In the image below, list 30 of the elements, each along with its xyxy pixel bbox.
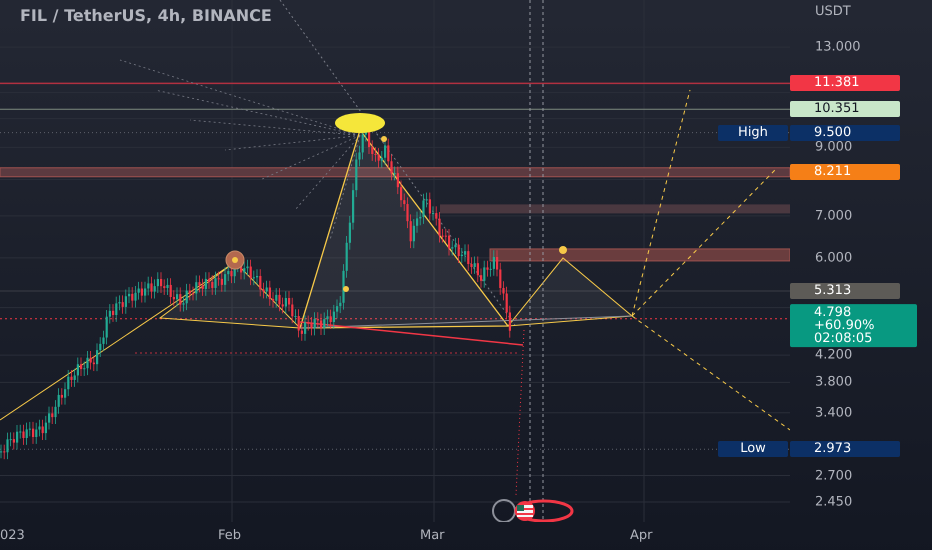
pivot-marker [226, 250, 244, 270]
price-label-tag: Low [718, 441, 788, 458]
price-tick: 3.800 [815, 374, 852, 390]
price-tag: 2.973 [790, 441, 900, 458]
last-price-tag: 4.798 +60.90% 02:08:05 [790, 304, 917, 347]
price-label-tag: High [718, 124, 788, 141]
time-label: Apr [630, 528, 652, 543]
time-label: Mar [420, 528, 445, 543]
price-tag: 5.313 [790, 283, 900, 299]
price-tick: 2.700 [815, 468, 852, 484]
chart-title: FIL / TetherUS, 4h, BINANCE [20, 6, 272, 25]
point-marker [343, 286, 349, 292]
time-label: Feb [218, 528, 242, 543]
price-tick: 4.200 [815, 348, 852, 363]
price-tag: 9.500 [790, 124, 900, 141]
price-tag: 10.351 [790, 101, 900, 118]
price-tick: 6.000 [815, 250, 852, 266]
price-tick: 2.450 [815, 494, 852, 510]
peak-marker [335, 113, 385, 133]
flag-icon[interactable] [492, 499, 574, 522]
price-tag: 8.211 [790, 164, 900, 180]
price-tick: 3.400 [815, 405, 852, 420]
price-tag: 11.381 [790, 75, 900, 92]
price-tick: 9.000 [815, 140, 852, 155]
price-tick: 7.000 [815, 208, 852, 224]
price-tick: 13.000 [815, 40, 860, 55]
time-label: 023 [0, 528, 25, 543]
point-marker [381, 136, 387, 142]
point-marker [559, 246, 567, 254]
currency-label: USDT [815, 4, 851, 19]
